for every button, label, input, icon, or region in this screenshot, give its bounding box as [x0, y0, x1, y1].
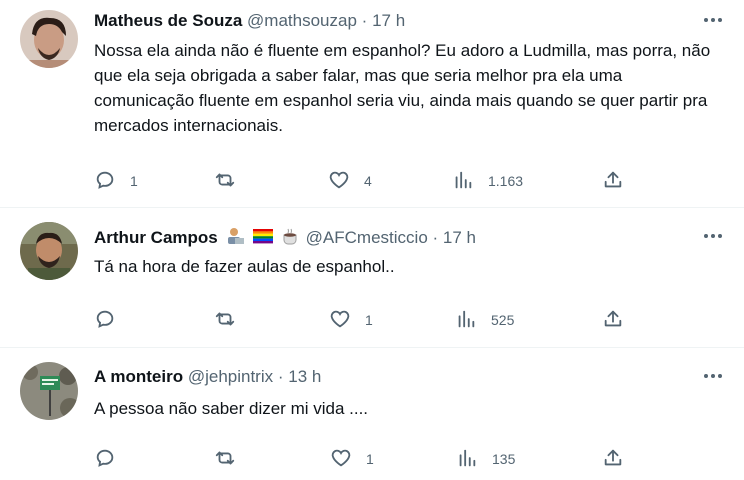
heart-icon — [328, 169, 350, 194]
views-button[interactable]: 135 — [456, 446, 515, 472]
retweet-icon — [214, 447, 236, 472]
retweet-icon — [214, 308, 236, 333]
reply-button[interactable] — [94, 446, 130, 472]
tweet[interactable]: Matheus de Souza @mathsouzap · 17 h Noss… — [0, 0, 744, 208]
separator: · — [361, 11, 368, 30]
heart-icon — [329, 308, 351, 333]
timestamp[interactable]: 17 h — [443, 228, 476, 247]
tweet[interactable]: Arthur Campos @AFCmesticcio · 17 h Tá na… — [0, 208, 744, 348]
views-button[interactable]: 525 — [455, 307, 514, 333]
like-count: 4 — [364, 173, 372, 189]
reply-button[interactable] — [94, 307, 130, 333]
share-button[interactable] — [602, 168, 624, 194]
reply-icon — [94, 447, 116, 472]
tweet-text: Nossa ela ainda não é fluente em espanho… — [94, 41, 711, 135]
views-count: 1.163 — [488, 173, 524, 189]
like-count: 1 — [365, 312, 373, 328]
like-count: 1 — [366, 451, 374, 467]
retweet-button[interactable] — [214, 307, 250, 333]
timestamp[interactable]: 17 h — [372, 11, 405, 30]
technologist-icon — [225, 226, 245, 246]
tweet-header: Matheus de Souza @mathsouzap · 17 h — [94, 10, 405, 32]
reply-count: 1 — [130, 173, 138, 189]
avatar[interactable] — [20, 10, 78, 68]
views-icon — [456, 447, 478, 472]
reply-icon — [94, 308, 116, 333]
views-icon — [455, 308, 477, 333]
more-options-icon[interactable] — [702, 12, 724, 28]
separator: · — [432, 228, 439, 247]
tweet-header: Arthur Campos @AFCmesticcio · 17 h — [94, 226, 476, 249]
like-button[interactable]: 1 — [330, 446, 374, 472]
tweet-actions: 1 525 — [94, 307, 654, 333]
author-handle[interactable]: @mathsouzap — [247, 11, 357, 30]
like-button[interactable]: 4 — [328, 168, 372, 194]
tweet-header: A monteiro @jehpintrix · 13 h — [94, 366, 321, 388]
separator: · — [277, 367, 284, 386]
tweet-text: A pessoa não saber dizer mi vida .... — [94, 399, 369, 418]
avatar[interactable] — [20, 222, 78, 280]
share-button[interactable] — [602, 307, 624, 333]
tweet-text: Tá na hora de fazer aulas de espanhol.. — [94, 257, 395, 276]
author-name[interactable]: Matheus de Souza — [94, 11, 242, 30]
retweet-button[interactable] — [214, 446, 250, 472]
share-button[interactable] — [602, 446, 624, 472]
heart-icon — [330, 447, 352, 472]
retweet-icon — [214, 169, 236, 194]
author-handle[interactable]: @AFCmesticcio — [306, 228, 428, 247]
views-count: 525 — [491, 312, 515, 328]
share-icon — [602, 169, 624, 194]
retweet-button[interactable] — [214, 168, 250, 194]
tweet-actions: 1 135 — [94, 446, 654, 472]
author-handle[interactable]: @jehpintrix — [188, 367, 273, 386]
views-button[interactable]: 1.163 — [452, 168, 523, 194]
share-icon — [602, 447, 624, 472]
timestamp[interactable]: 13 h — [288, 367, 321, 386]
avatar[interactable] — [20, 362, 78, 420]
more-options-icon[interactable] — [702, 368, 724, 384]
author-name[interactable]: Arthur Campos — [94, 228, 218, 247]
like-button[interactable]: 1 — [329, 307, 373, 333]
reply-button[interactable]: 1 — [94, 168, 138, 194]
rainbow-flag-icon — [253, 226, 274, 246]
tweet[interactable]: A monteiro @jehpintrix · 13 h A pessoa n… — [0, 348, 744, 480]
more-options-icon[interactable] — [702, 228, 724, 244]
views-icon — [452, 169, 474, 194]
coffee-icon — [281, 226, 301, 246]
reply-icon — [94, 169, 116, 194]
views-count: 135 — [492, 451, 516, 467]
share-icon — [602, 308, 624, 333]
tweet-actions: 1 4 1.163 — [94, 168, 654, 194]
author-name[interactable]: A monteiro — [94, 367, 183, 386]
